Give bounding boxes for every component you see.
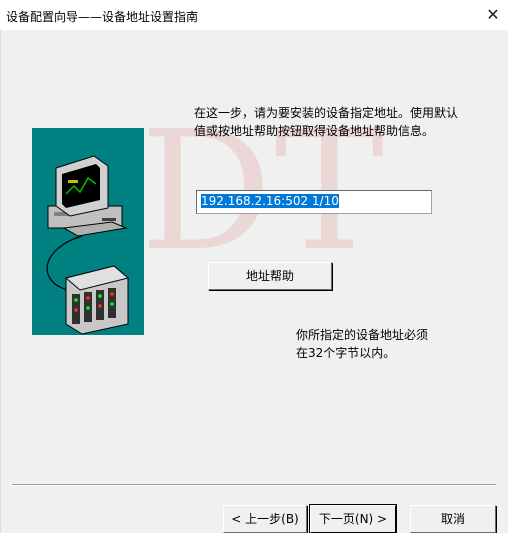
- cancel-button[interactable]: 取消: [410, 505, 496, 533]
- window-title: 设备配置向导——设备地址设置指南: [6, 10, 199, 24]
- title-bar: 设备配置向导——设备地址设置指南 ✕: [0, 0, 508, 30]
- next-button[interactable]: 下一页(N) >: [309, 504, 397, 533]
- address-value: 192.168.2.16:502 1/10: [201, 194, 339, 208]
- computer-plc-icon: [46, 155, 130, 335]
- address-help-button[interactable]: 地址帮助: [208, 262, 332, 290]
- note-line: 你所指定的设备地址必须: [296, 328, 429, 342]
- address-note: 你所指定的设备地址必须 在32个字节以内。: [296, 326, 428, 362]
- instruction-text: 在这一步，请为要安装的设备指定地址。使用默认值或按地址帮助按钮取得设备地址帮助信…: [194, 106, 459, 138]
- close-icon[interactable]: ✕: [478, 4, 508, 26]
- device-address-input[interactable]: 192.168.2.16:502 1/10: [196, 190, 432, 214]
- back-button[interactable]: < 上一步(B): [223, 505, 307, 533]
- computer-device-illustration: [32, 128, 144, 335]
- footer-separator: [12, 484, 496, 486]
- note-line: 在32个字节以内。: [296, 346, 396, 360]
